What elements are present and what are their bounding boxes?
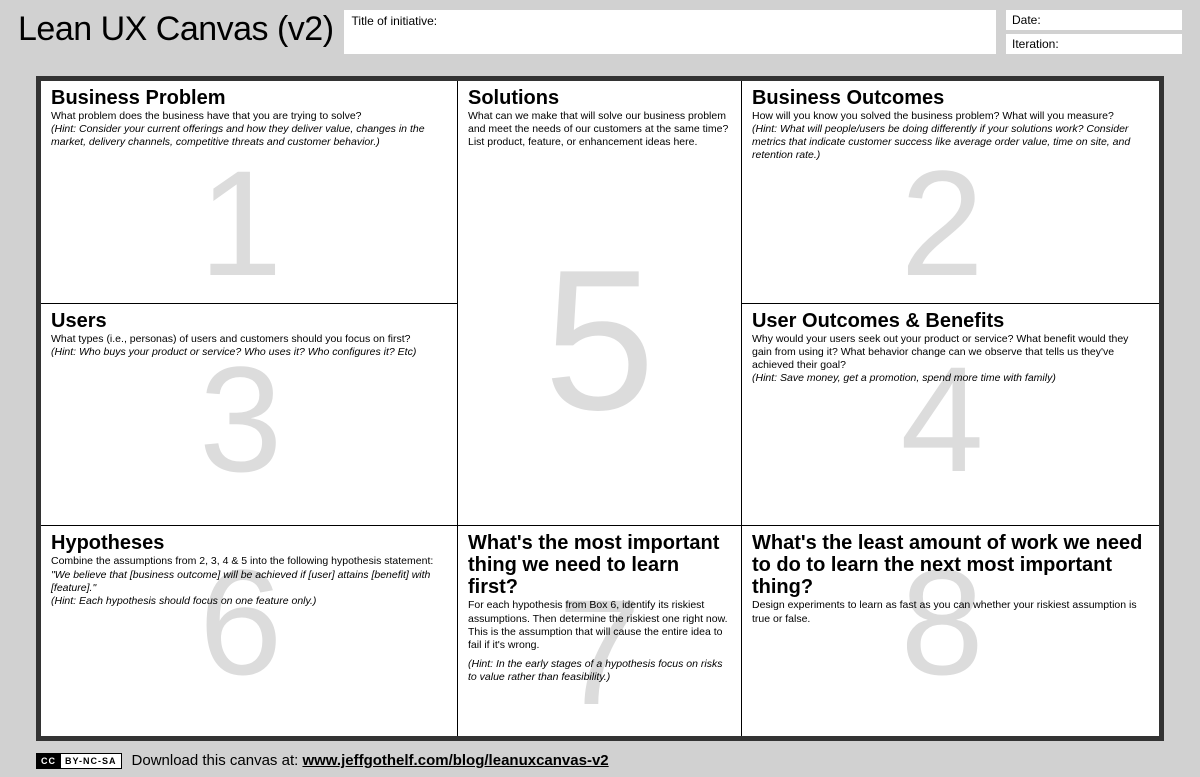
box-title: User Outcomes & Benefits bbox=[752, 310, 1149, 332]
box-hint: (Hint: In the early stages of a hypothes… bbox=[468, 658, 731, 684]
page-title: Lean UX Canvas (v2) bbox=[18, 6, 334, 49]
box-hint: (Hint: Save money, get a promotion, spen… bbox=[752, 372, 1149, 385]
box-desc: What can we make that will solve our bus… bbox=[468, 110, 731, 149]
header: Lean UX Canvas (v2) Title of initiative:… bbox=[18, 6, 1182, 60]
box-desc: Combine the assumptions from 2, 3, 4 & 5… bbox=[51, 555, 447, 568]
box-desc: What problem does the business have that… bbox=[51, 110, 447, 123]
canvas-frame: 1 Business Problem What problem does the… bbox=[36, 76, 1164, 741]
box-desc: For each hypothesis from Box 6, identify… bbox=[468, 599, 731, 652]
box-desc: Why would your users seek out your produ… bbox=[752, 333, 1149, 372]
box-solutions[interactable]: 5 Solutions What can we make that will s… bbox=[458, 81, 742, 526]
box-learn-first[interactable]: 7 What's the most important thing we nee… bbox=[458, 526, 742, 736]
footer-link[interactable]: www.jeffgothelf.com/blog/leanuxcanvas-v2 bbox=[302, 752, 608, 769]
box-business-outcomes[interactable]: 2 Business Outcomes How will you know yo… bbox=[742, 81, 1159, 304]
page: Lean UX Canvas (v2) Title of initiative:… bbox=[0, 0, 1200, 777]
box-number: 5 bbox=[544, 241, 655, 441]
meta-column: Date: Iteration: bbox=[1006, 10, 1182, 54]
box-desc: How will you know you solved the busines… bbox=[752, 110, 1149, 123]
box-hint: (Hint: Who buys your product or service?… bbox=[51, 346, 447, 359]
box-title: Solutions bbox=[468, 87, 731, 109]
initiative-title-field[interactable]: Title of initiative: bbox=[344, 10, 996, 54]
box-users[interactable]: 3 Users What types (i.e., personas) of u… bbox=[41, 304, 458, 527]
cc-badge-icon: CC BY-NC-SA bbox=[36, 753, 122, 769]
box-hint: (Hint: What will people/users be doing d… bbox=[752, 123, 1149, 162]
box-business-problem[interactable]: 1 Business Problem What problem does the… bbox=[41, 81, 458, 304]
footer: CC BY-NC-SA Download this canvas at: www… bbox=[36, 752, 609, 769]
box-least-work[interactable]: 8 What's the least amount of work we nee… bbox=[742, 526, 1159, 736]
box-title: Users bbox=[51, 310, 447, 332]
box-desc: Design experiments to learn as fast as y… bbox=[752, 599, 1149, 625]
box-quote: "We believe that [business outcome] will… bbox=[51, 569, 447, 595]
box-title: Business Outcomes bbox=[752, 87, 1149, 109]
date-label: Date: bbox=[1012, 13, 1041, 27]
iteration-label: Iteration: bbox=[1012, 37, 1059, 51]
box-number: 1 bbox=[199, 148, 282, 298]
footer-text: Download this canvas at: www.jeffgothelf… bbox=[132, 752, 609, 769]
footer-pre: Download this canvas at: bbox=[132, 752, 303, 769]
cc-right: BY-NC-SA bbox=[61, 754, 121, 768]
cc-left: CC bbox=[37, 754, 61, 768]
box-hint: (Hint: Each hypothesis should focus on o… bbox=[51, 595, 447, 608]
date-field[interactable]: Date: bbox=[1006, 10, 1182, 30]
iteration-field[interactable]: Iteration: bbox=[1006, 34, 1182, 54]
box-title: Business Problem bbox=[51, 87, 447, 109]
box-number: 2 bbox=[900, 148, 983, 298]
box-title: Hypotheses bbox=[51, 532, 447, 554]
box-hypotheses[interactable]: 6 Hypotheses Combine the assumptions fro… bbox=[41, 526, 458, 736]
box-title: What's the most important thing we need … bbox=[468, 532, 731, 598]
box-user-outcomes[interactable]: 4 User Outcomes & Benefits Why would you… bbox=[742, 304, 1159, 527]
box-number: 3 bbox=[199, 344, 282, 494]
box-title: What's the least amount of work we need … bbox=[752, 532, 1149, 598]
box-hint: (Hint: Consider your current offerings a… bbox=[51, 123, 447, 149]
box-desc: What types (i.e., personas) of users and… bbox=[51, 333, 447, 346]
initiative-title-label: Title of initiative: bbox=[352, 14, 438, 28]
